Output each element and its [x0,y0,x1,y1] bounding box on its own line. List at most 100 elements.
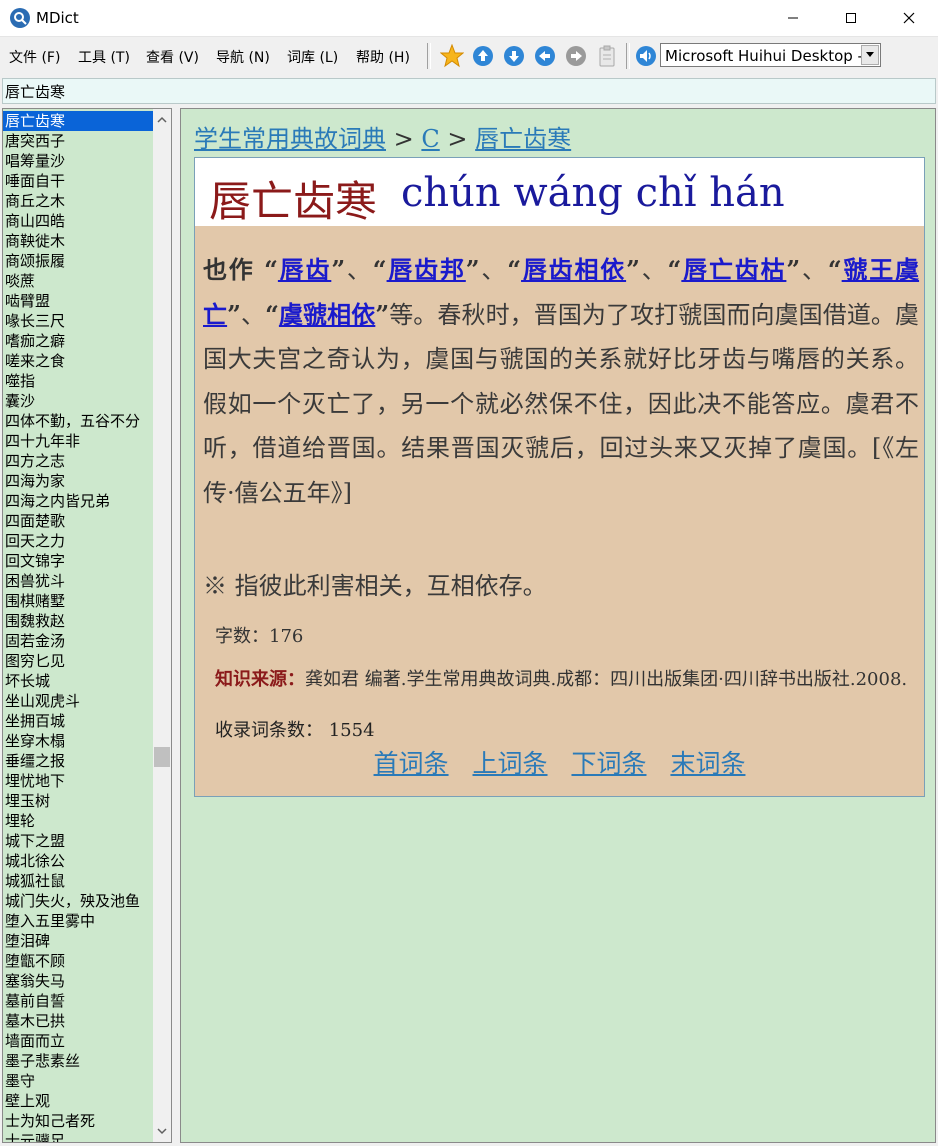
menu-navigate[interactable]: 导航 (N) [216,47,270,67]
word-list-item[interactable]: 墨子悲素丝 [3,1051,153,1071]
word-list-item[interactable]: 商山四皓 [3,211,153,231]
word-list-item[interactable]: 商颂振履 [3,251,153,271]
word-list-item[interactable]: 坏长城 [3,671,153,691]
window-title: MDict [36,9,79,27]
pinyin: chún wáng chǐ hán [401,170,785,216]
word-list-item[interactable]: 墨守 [3,1071,153,1091]
search-input[interactable] [5,80,925,102]
prev-entry-link[interactable]: 上词条 [473,749,548,778]
scroll-up-icon[interactable] [153,111,171,129]
word-list-item[interactable]: 墓前自誓 [3,991,153,1011]
word-list-item[interactable]: 坐山观虎斗 [3,691,153,711]
word-list-item[interactable]: 城门失火，殃及池鱼 [3,891,153,911]
variant-link[interactable]: 唇齿相依 [521,255,626,284]
word-list-item[interactable]: 喙长三尺 [3,311,153,331]
word-list-item[interactable]: 城狐社鼠 [3,871,153,891]
word-list-item[interactable]: 图穷匕见 [3,651,153,671]
word-list-item[interactable]: 埋玉树 [3,791,153,811]
search-field[interactable] [2,78,936,104]
separator: 、 [639,256,668,284]
word-list-item[interactable]: 堕泪碑 [3,931,153,951]
maximize-button[interactable] [822,0,880,36]
dictionary-select[interactable]: Microsoft Huihui Desktop - [660,43,881,67]
variant-link[interactable]: 唇亡齿枯 [681,255,786,284]
word-list-item[interactable]: 商鞅徙木 [3,231,153,251]
menu-view[interactable]: 查看 (V) [146,47,199,67]
next-entry-link[interactable]: 下词条 [571,749,646,778]
arrow-right-icon[interactable] [564,44,588,68]
word-list-item[interactable]: 围魏救赵 [3,611,153,631]
word-list-item[interactable]: 唐突西子 [3,131,153,151]
word-list-item[interactable]: 商丘之木 [3,191,153,211]
first-entry-link[interactable]: 首词条 [374,749,449,778]
word-list-item[interactable]: 囊沙 [3,391,153,411]
quote-mark: “ [827,255,842,284]
last-entry-link[interactable]: 末词条 [670,749,745,778]
dropdown-button[interactable] [861,45,879,65]
menu-library[interactable]: 词库 (L) [287,47,338,67]
word-list-item[interactable]: 噬指 [3,371,153,391]
dictionary-select-value: Microsoft Huihui Desktop - [665,47,861,65]
app-logo-icon [10,8,30,28]
word-list-item[interactable]: 墓木已拱 [3,1011,153,1031]
scrollbar-thumb[interactable] [154,747,170,767]
arrow-left-icon[interactable] [533,44,557,68]
panel-splitter[interactable] [172,108,180,1143]
word-list-item[interactable]: 固若金汤 [3,631,153,651]
word-list-item[interactable]: 壁上观 [3,1091,153,1111]
word-list-item[interactable]: 垂缰之报 [3,751,153,771]
scroll-down-icon[interactable] [153,1122,171,1140]
quote-mark: “ [264,255,278,284]
word-list-item[interactable]: 啮臂盟 [3,291,153,311]
word-list-item[interactable]: 回天之力 [3,531,153,551]
variant-link[interactable]: 唇齿 [278,255,331,284]
word-list-item[interactable]: 唇亡齿寒 [3,111,153,131]
separator: 、 [345,256,373,284]
breadcrumb-dictionary-link[interactable]: 学生常用典故词典 [194,125,386,153]
word-list-item[interactable]: 嗜痂之癖 [3,331,153,351]
arrow-up-icon[interactable] [471,44,495,68]
word-list-item[interactable]: 嗟来之食 [3,351,153,371]
speaker-icon[interactable] [634,44,658,68]
variant-link[interactable]: 唇齿邦 [387,255,466,284]
word-list-item[interactable]: 四海为家 [3,471,153,491]
breadcrumb-letter-link[interactable]: C [421,125,439,153]
word-list-item[interactable]: 士为知己者死 [3,1111,153,1131]
word-list-item[interactable]: 四面楚歌 [3,511,153,531]
word-list-item[interactable]: 四体不勤，五谷不分 [3,411,153,431]
word-list-item[interactable]: 埋轮 [3,811,153,831]
arrow-down-icon[interactable] [502,44,526,68]
star-icon[interactable] [440,44,464,68]
word-list-item[interactable]: 城北徐公 [3,851,153,871]
minimize-button[interactable] [764,0,822,36]
word-list-item[interactable]: 四十九年非 [3,431,153,451]
word-list-item[interactable]: 塞翁失马 [3,971,153,991]
word-list-item[interactable]: 堕入五里雾中 [3,911,153,931]
meaning-text: ※ 指彼此利害相关，互相依存。 [203,572,547,600]
separator: 、 [479,256,508,284]
breadcrumb-word-link[interactable]: 唇亡齿寒 [475,125,571,153]
word-list-item[interactable]: 坐穿木榻 [3,731,153,751]
word-list-item[interactable]: 四方之志 [3,451,153,471]
word-list-item[interactable]: 堕甑不顾 [3,951,153,971]
word-list-item[interactable]: 回文锦字 [3,551,153,571]
variant-link[interactable]: 虞虢相依 [279,300,375,329]
menu-help[interactable]: 帮助 (H) [356,47,410,67]
word-list-scrollbar[interactable] [153,109,171,1142]
word-list-item[interactable]: 啖蔗 [3,271,153,291]
word-list-item[interactable]: 埋忧地下 [3,771,153,791]
word-list-item[interactable]: 困兽犹斗 [3,571,153,591]
close-button[interactable] [880,0,938,36]
word-list-item[interactable]: 四海之内皆兄弟 [3,491,153,511]
word-list-item[interactable]: 士元骥足 [3,1131,153,1142]
word-list-item[interactable]: 墙面而立 [3,1031,153,1051]
menu-file[interactable]: 文件 (F) [9,47,60,67]
word-list-item[interactable]: 唱筹量沙 [3,151,153,171]
word-list-item[interactable]: 坐拥百城 [3,711,153,731]
word-list-item[interactable]: 城下之盟 [3,831,153,851]
menu-tools[interactable]: 工具 (T) [78,47,130,67]
clipboard-icon[interactable] [595,44,619,68]
word-list-item[interactable]: 唾面自干 [3,171,153,191]
word-list-item[interactable]: 围棋赌墅 [3,591,153,611]
entry-card: 唇亡齿寒 chún wáng chǐ hán 也作 “唇齿”、“唇齿邦”、“唇齿… [194,157,925,797]
